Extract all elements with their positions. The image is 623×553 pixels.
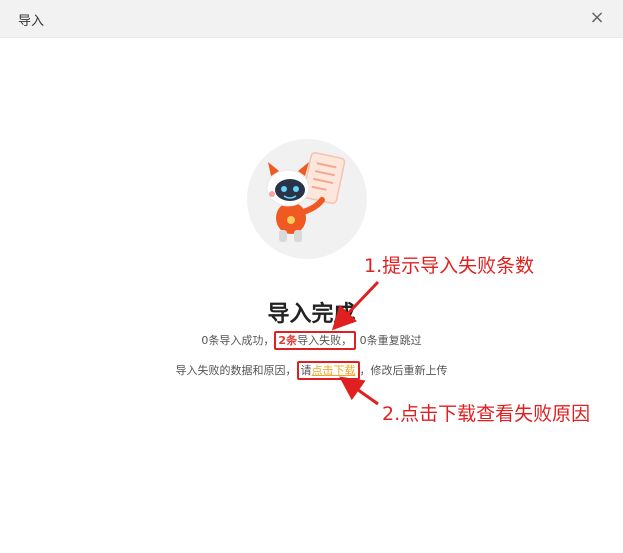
failure-reason-text: 导入失败的数据和原因， <box>175 364 297 377</box>
failure-download-line: 导入失败的数据和原因， 请点击下载 ，修改后重新上传 <box>0 361 623 380</box>
annotation-1: 1.提示导入失败条数 <box>364 255 535 277</box>
fail-count-label: 导入失败， <box>297 334 353 347</box>
skip-count-text: 0条重复跳过 <box>359 334 422 347</box>
import-summary: 0条导入成功， 2条导入失败， 0条重复跳过 <box>0 331 623 350</box>
robot-mascot-illustration <box>247 139 367 259</box>
annotation-2: 2.点击下载查看失败原因 <box>382 403 591 425</box>
result-title: 导入完成 <box>267 302 356 327</box>
close-icon[interactable]: × <box>587 8 607 28</box>
download-link[interactable]: 点击下载 <box>312 364 356 377</box>
fail-count: 2条 <box>278 334 298 347</box>
download-box: 请点击下载 <box>296 361 360 380</box>
dialog-header: 导入 × <box>0 0 623 38</box>
success-count-text: 0条导入成功， <box>201 334 275 347</box>
reupload-text: ，修改后重新上传 <box>359 364 448 377</box>
fail-count-box: 2条导入失败， <box>274 331 357 350</box>
annotation-arrow-2 <box>339 376 379 406</box>
dialog-title: 导入 <box>18 14 45 29</box>
please-text: 请 <box>300 364 312 377</box>
